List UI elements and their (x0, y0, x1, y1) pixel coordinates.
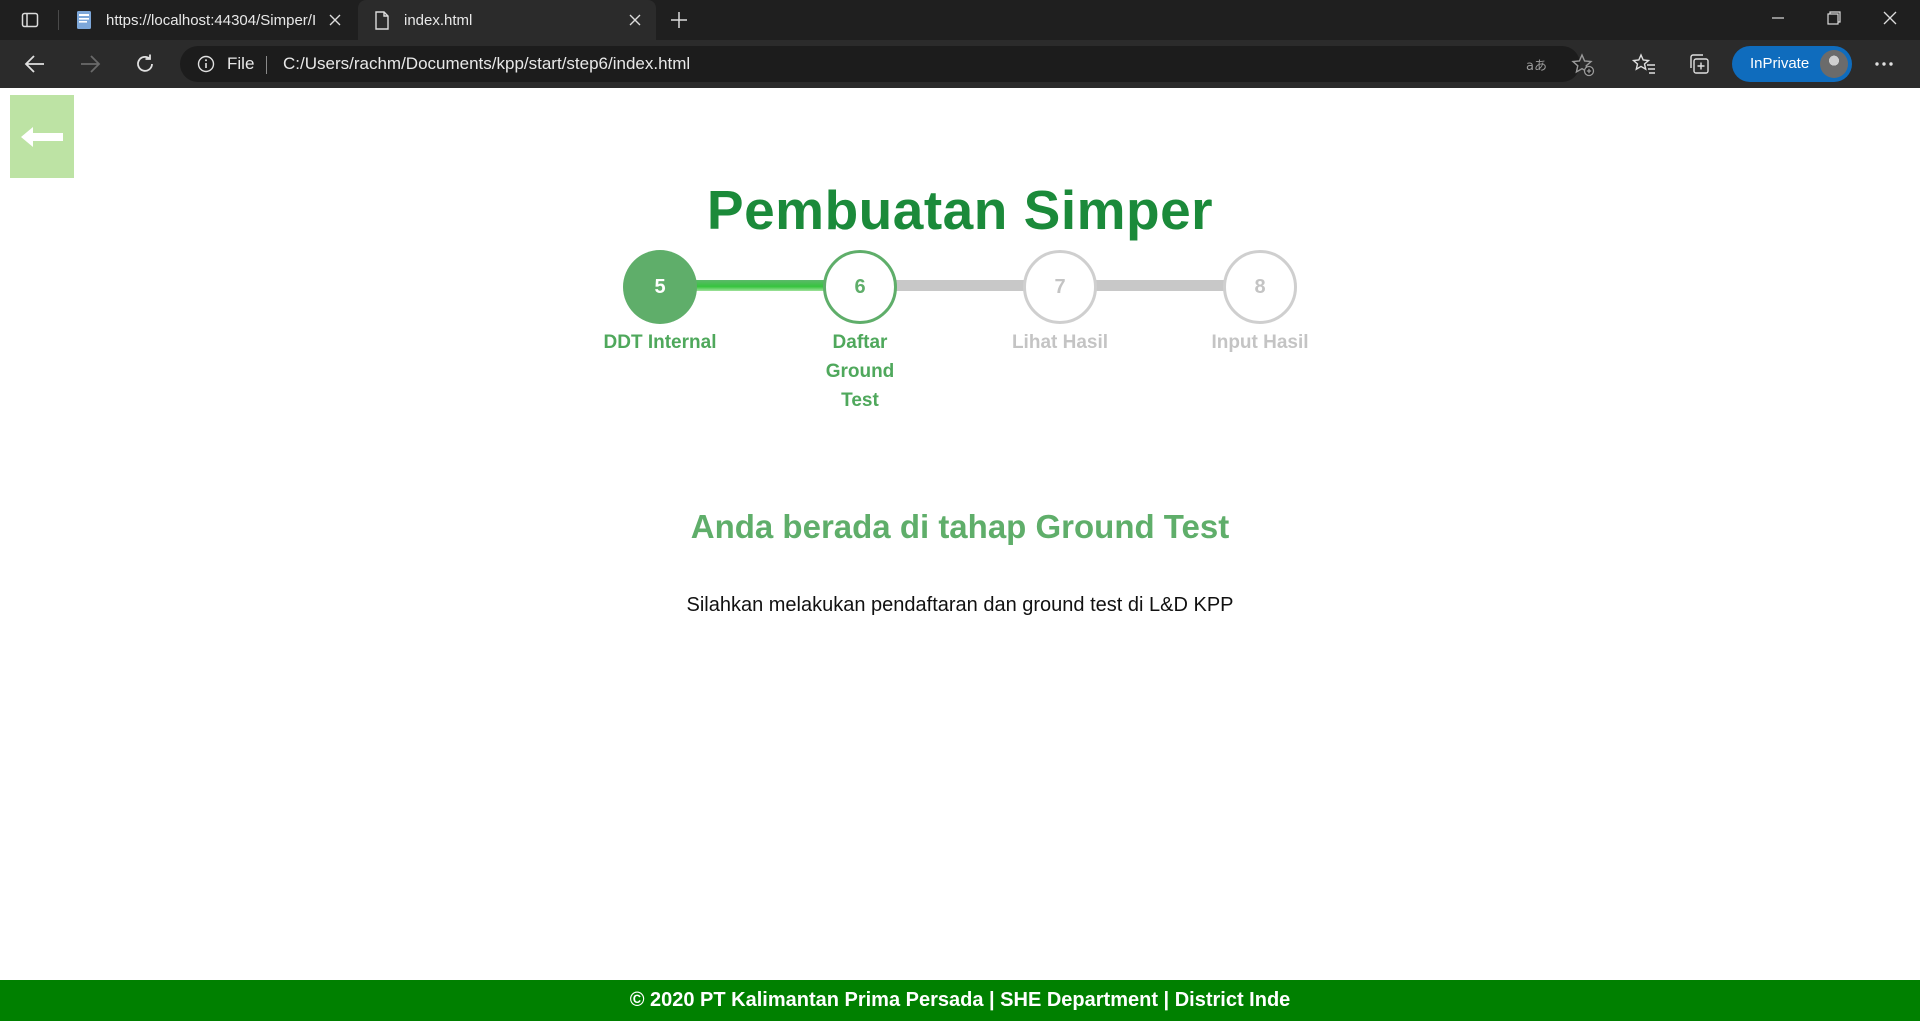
progress-stepper: 5 DDT Internal 6 Daftar Ground Test 7 Li… (0, 250, 1920, 411)
stage-message: Silahkan melakukan pendaftaran dan groun… (686, 594, 1234, 616)
step-connector-completed (696, 280, 826, 291)
address-bar[interactable]: File C:/Users/rachm/Documents/kpp/start/… (180, 46, 1595, 82)
stage-heading: Anda berada di tahap Ground Test (690, 508, 1230, 545)
back-button[interactable] (10, 95, 74, 178)
minimize-icon[interactable] (1750, 0, 1806, 36)
tab-title: index.html (404, 11, 473, 29)
close-icon[interactable] (322, 7, 348, 33)
tab-title: https://localhost:44304/Simper/I (106, 11, 317, 29)
page-title: Pembuatan Simper (706, 179, 1214, 241)
read-aloud-icon[interactable]: aあ (1524, 52, 1550, 78)
close-icon[interactable] (622, 7, 648, 33)
forward-arrow-icon (76, 50, 104, 78)
step-number: 5 (623, 250, 697, 324)
refresh-icon[interactable] (131, 50, 159, 78)
step-label: Daftar Ground Test (825, 332, 895, 411)
tab-index-html[interactable]: index.html (358, 0, 656, 40)
browser-tab-strip: https://localhost:44304/Simper/I index.h… (0, 0, 1920, 40)
tab-separator (58, 10, 59, 30)
back-arrow-icon[interactable] (21, 50, 49, 78)
tab-actions-icon[interactable] (18, 8, 42, 32)
left-arrow-icon (21, 126, 63, 147)
scheme-label: File (227, 54, 255, 73)
step-connector (896, 280, 1026, 291)
file-icon (372, 10, 392, 30)
inprivate-button[interactable]: InPrivate (1732, 46, 1852, 82)
collections-icon[interactable] (1685, 50, 1713, 78)
step-label: Lihat Hasil (1011, 332, 1109, 353)
step-number: 8 (1223, 250, 1297, 324)
url-text[interactable]: C:/Users/rachm/Documents/kpp/start/step6… (283, 54, 690, 74)
page-footer: © 2020 PT Kalimantan Prima Persada | SHE… (0, 980, 1920, 1021)
step-number: 6 (823, 250, 897, 324)
info-icon[interactable] (196, 54, 216, 74)
step-connector (1096, 280, 1226, 291)
favorites-icon[interactable] (1630, 50, 1658, 78)
more-menu-icon[interactable] (1870, 50, 1898, 78)
page-icon (74, 10, 94, 30)
inprivate-label: InPrivate (1750, 55, 1810, 72)
address-toolbar: File C:/Users/rachm/Documents/kpp/start/… (0, 40, 1920, 88)
step-number: 7 (1023, 250, 1097, 324)
step-label: Input Hasil (1211, 332, 1309, 353)
profile-avatar-icon (1820, 50, 1848, 78)
add-favorite-icon[interactable] (1570, 52, 1596, 78)
svg-text:aあ: aあ (1526, 59, 1547, 74)
window-close-icon[interactable] (1862, 0, 1918, 36)
step-label: DDT Internal (603, 332, 717, 353)
new-tab-plus-icon[interactable] (666, 7, 692, 33)
tab-localhost[interactable]: https://localhost:44304/Simper/I (60, 0, 356, 40)
restore-icon[interactable] (1806, 0, 1862, 36)
divider (266, 56, 267, 74)
